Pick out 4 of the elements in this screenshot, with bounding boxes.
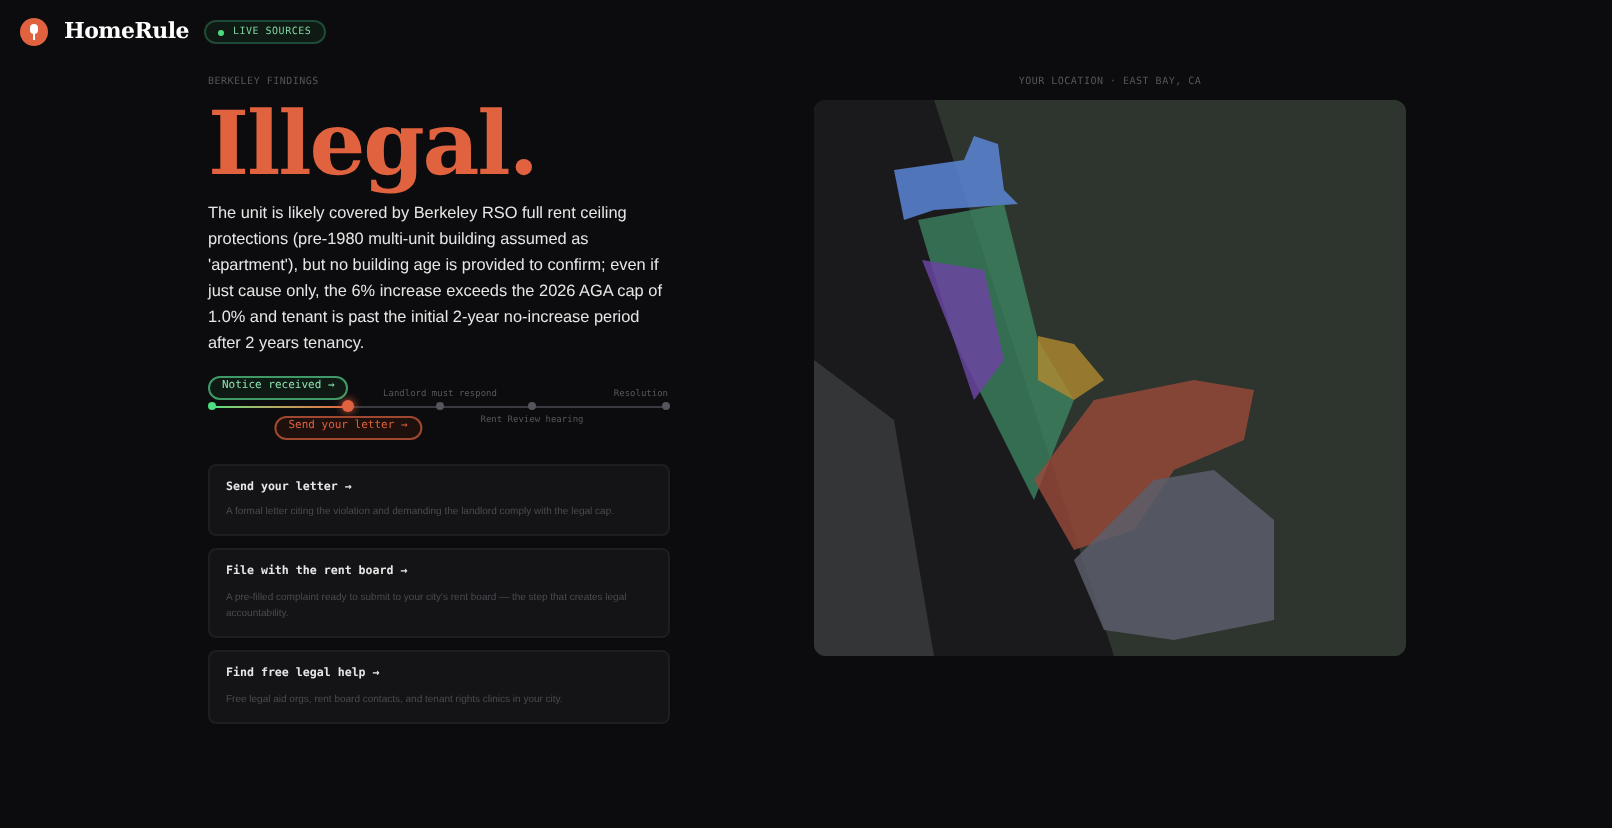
- logo-icon: [20, 18, 48, 46]
- verdict-heading: Illegal.: [208, 95, 540, 195]
- findings-summary: The unit is likely covered by Berkeley RSO full rent ceiling protections (pre-1980 multi-unit building assumed as 'apartment'), but no building age is provided to confirm; even if just cause only, the 6% increase exceeds the 2026 AGA cap of 1.0% and tenant is past the initial 2-year no-increase period after 2 years tenancy.: [208, 201, 664, 355]
- brand-name: HomeRule: [64, 15, 189, 48]
